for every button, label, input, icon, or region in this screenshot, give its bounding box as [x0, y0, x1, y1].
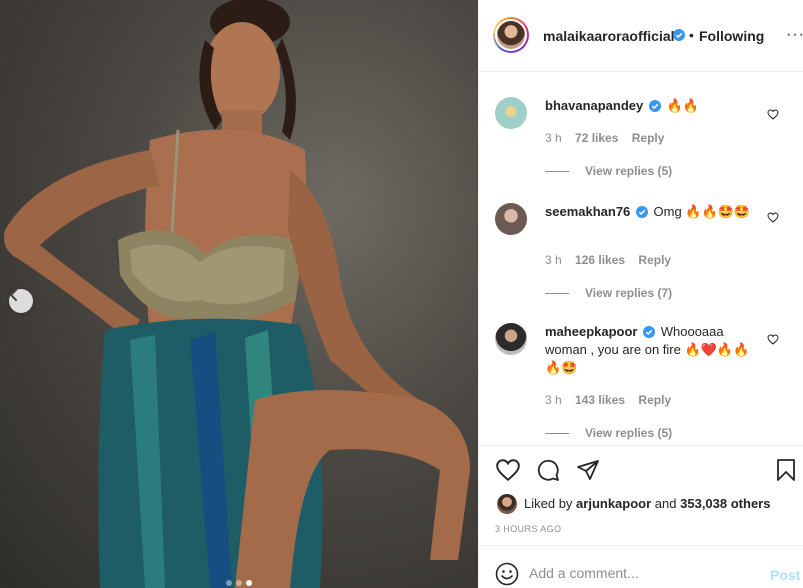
following-button[interactable]: Following — [699, 28, 764, 44]
post-details-panel: malaikaaroraofficial • Following ··· bha… — [478, 0, 803, 588]
post-comment-button[interactable]: Post — [770, 567, 800, 583]
chevron-left-icon — [9, 289, 17, 301]
carousel-dot-active — [246, 580, 252, 586]
emoji-icon[interactable] — [495, 562, 519, 586]
comment-body: bhavanapandey 🔥🔥 — [545, 97, 760, 115]
post-image — [4, 0, 470, 588]
comment-input[interactable] — [529, 562, 749, 584]
comment-text: Omg 🔥🔥🤩🤩 — [653, 204, 751, 219]
comments-list: bhavanapandey 🔥🔥 3 h 72 likes Reply View… — [479, 73, 803, 445]
comment-time: 3 h — [545, 253, 562, 267]
commenter-avatar[interactable] — [495, 97, 527, 129]
carousel-dot — [236, 580, 242, 586]
comment-body: seemakhan76 Omg 🔥🔥🤩🤩 — [545, 203, 760, 221]
comment-like-icon[interactable] — [767, 334, 779, 345]
comment-meta: 3 h 126 likes Reply — [545, 253, 681, 267]
view-replies-label: View replies (5) — [585, 426, 673, 440]
comment-meta: 3 h 143 likes Reply — [545, 393, 681, 407]
post-header: malaikaaroraofficial • Following ··· — [479, 0, 803, 72]
liked-by-joiner: and — [654, 496, 677, 511]
view-replies-label: View replies (7) — [585, 286, 673, 300]
commenter-avatar[interactable] — [495, 203, 527, 235]
liked-by-prefix: Liked by — [524, 496, 573, 511]
post-actions: Liked by arjunkapoor and 353,038 others … — [479, 445, 803, 545]
verified-badge-icon — [643, 326, 656, 338]
comment-body: maheepkapoor Whoooaaa woman , you are on… — [545, 323, 760, 377]
comment-username[interactable]: seemakhan76 — [545, 204, 630, 219]
comment-likes[interactable]: 126 likes — [575, 253, 625, 267]
liked-by-summary: Liked by arjunkapoor and 353,038 others — [524, 496, 770, 511]
author-username[interactable]: malaikaaroraofficial — [543, 28, 675, 44]
comment-time: 3 h — [545, 393, 562, 407]
post-timestamp[interactable]: 3 HOURS AGO — [495, 524, 561, 534]
comment-reply-button[interactable]: Reply — [632, 131, 665, 145]
verified-badge-icon — [635, 206, 648, 218]
comment-bubble-icon[interactable] — [535, 458, 561, 482]
comment-text: 🔥🔥 — [666, 98, 699, 113]
comment-likes[interactable]: 72 likes — [575, 131, 618, 145]
post-photo[interactable] — [0, 0, 478, 588]
verified-badge-icon — [648, 100, 661, 112]
save-bookmark-icon[interactable] — [775, 458, 797, 482]
comment-reply-button[interactable]: Reply — [638, 393, 671, 407]
comment-reply-button[interactable]: Reply — [638, 253, 671, 267]
carousel-prev-button[interactable] — [9, 289, 33, 313]
comment-username[interactable]: bhavanapandey — [545, 98, 643, 113]
comment-likes[interactable]: 143 likes — [575, 393, 625, 407]
share-send-icon[interactable] — [575, 458, 601, 482]
comment-time: 3 h — [545, 131, 562, 145]
view-replies-button[interactable]: View replies (5) — [545, 426, 672, 440]
view-replies-label: View replies (5) — [585, 164, 673, 178]
carousel-indicator — [226, 580, 252, 586]
view-replies-button[interactable]: View replies (5) — [545, 164, 672, 178]
commenter-avatar[interactable] — [495, 323, 527, 355]
comment-username[interactable]: maheepkapoor — [545, 324, 637, 339]
more-options-icon[interactable]: ··· — [786, 26, 803, 44]
comment-like-icon[interactable] — [767, 109, 779, 120]
verified-badge-icon — [673, 29, 685, 41]
view-replies-button[interactable]: View replies (7) — [545, 286, 672, 300]
liked-by-user[interactable]: arjunkapoor — [576, 496, 651, 511]
add-comment-bar: Post — [479, 545, 803, 588]
comment-like-icon[interactable] — [767, 212, 779, 223]
liked-by-others[interactable]: 353,038 others — [680, 496, 770, 511]
comment-meta: 3 h 72 likes Reply — [545, 131, 674, 145]
carousel-dot — [226, 580, 232, 586]
author-avatar[interactable] — [493, 17, 529, 53]
like-heart-icon[interactable] — [495, 458, 521, 482]
header-separator: • — [689, 27, 694, 43]
liked-by-avatar[interactable] — [497, 494, 517, 514]
